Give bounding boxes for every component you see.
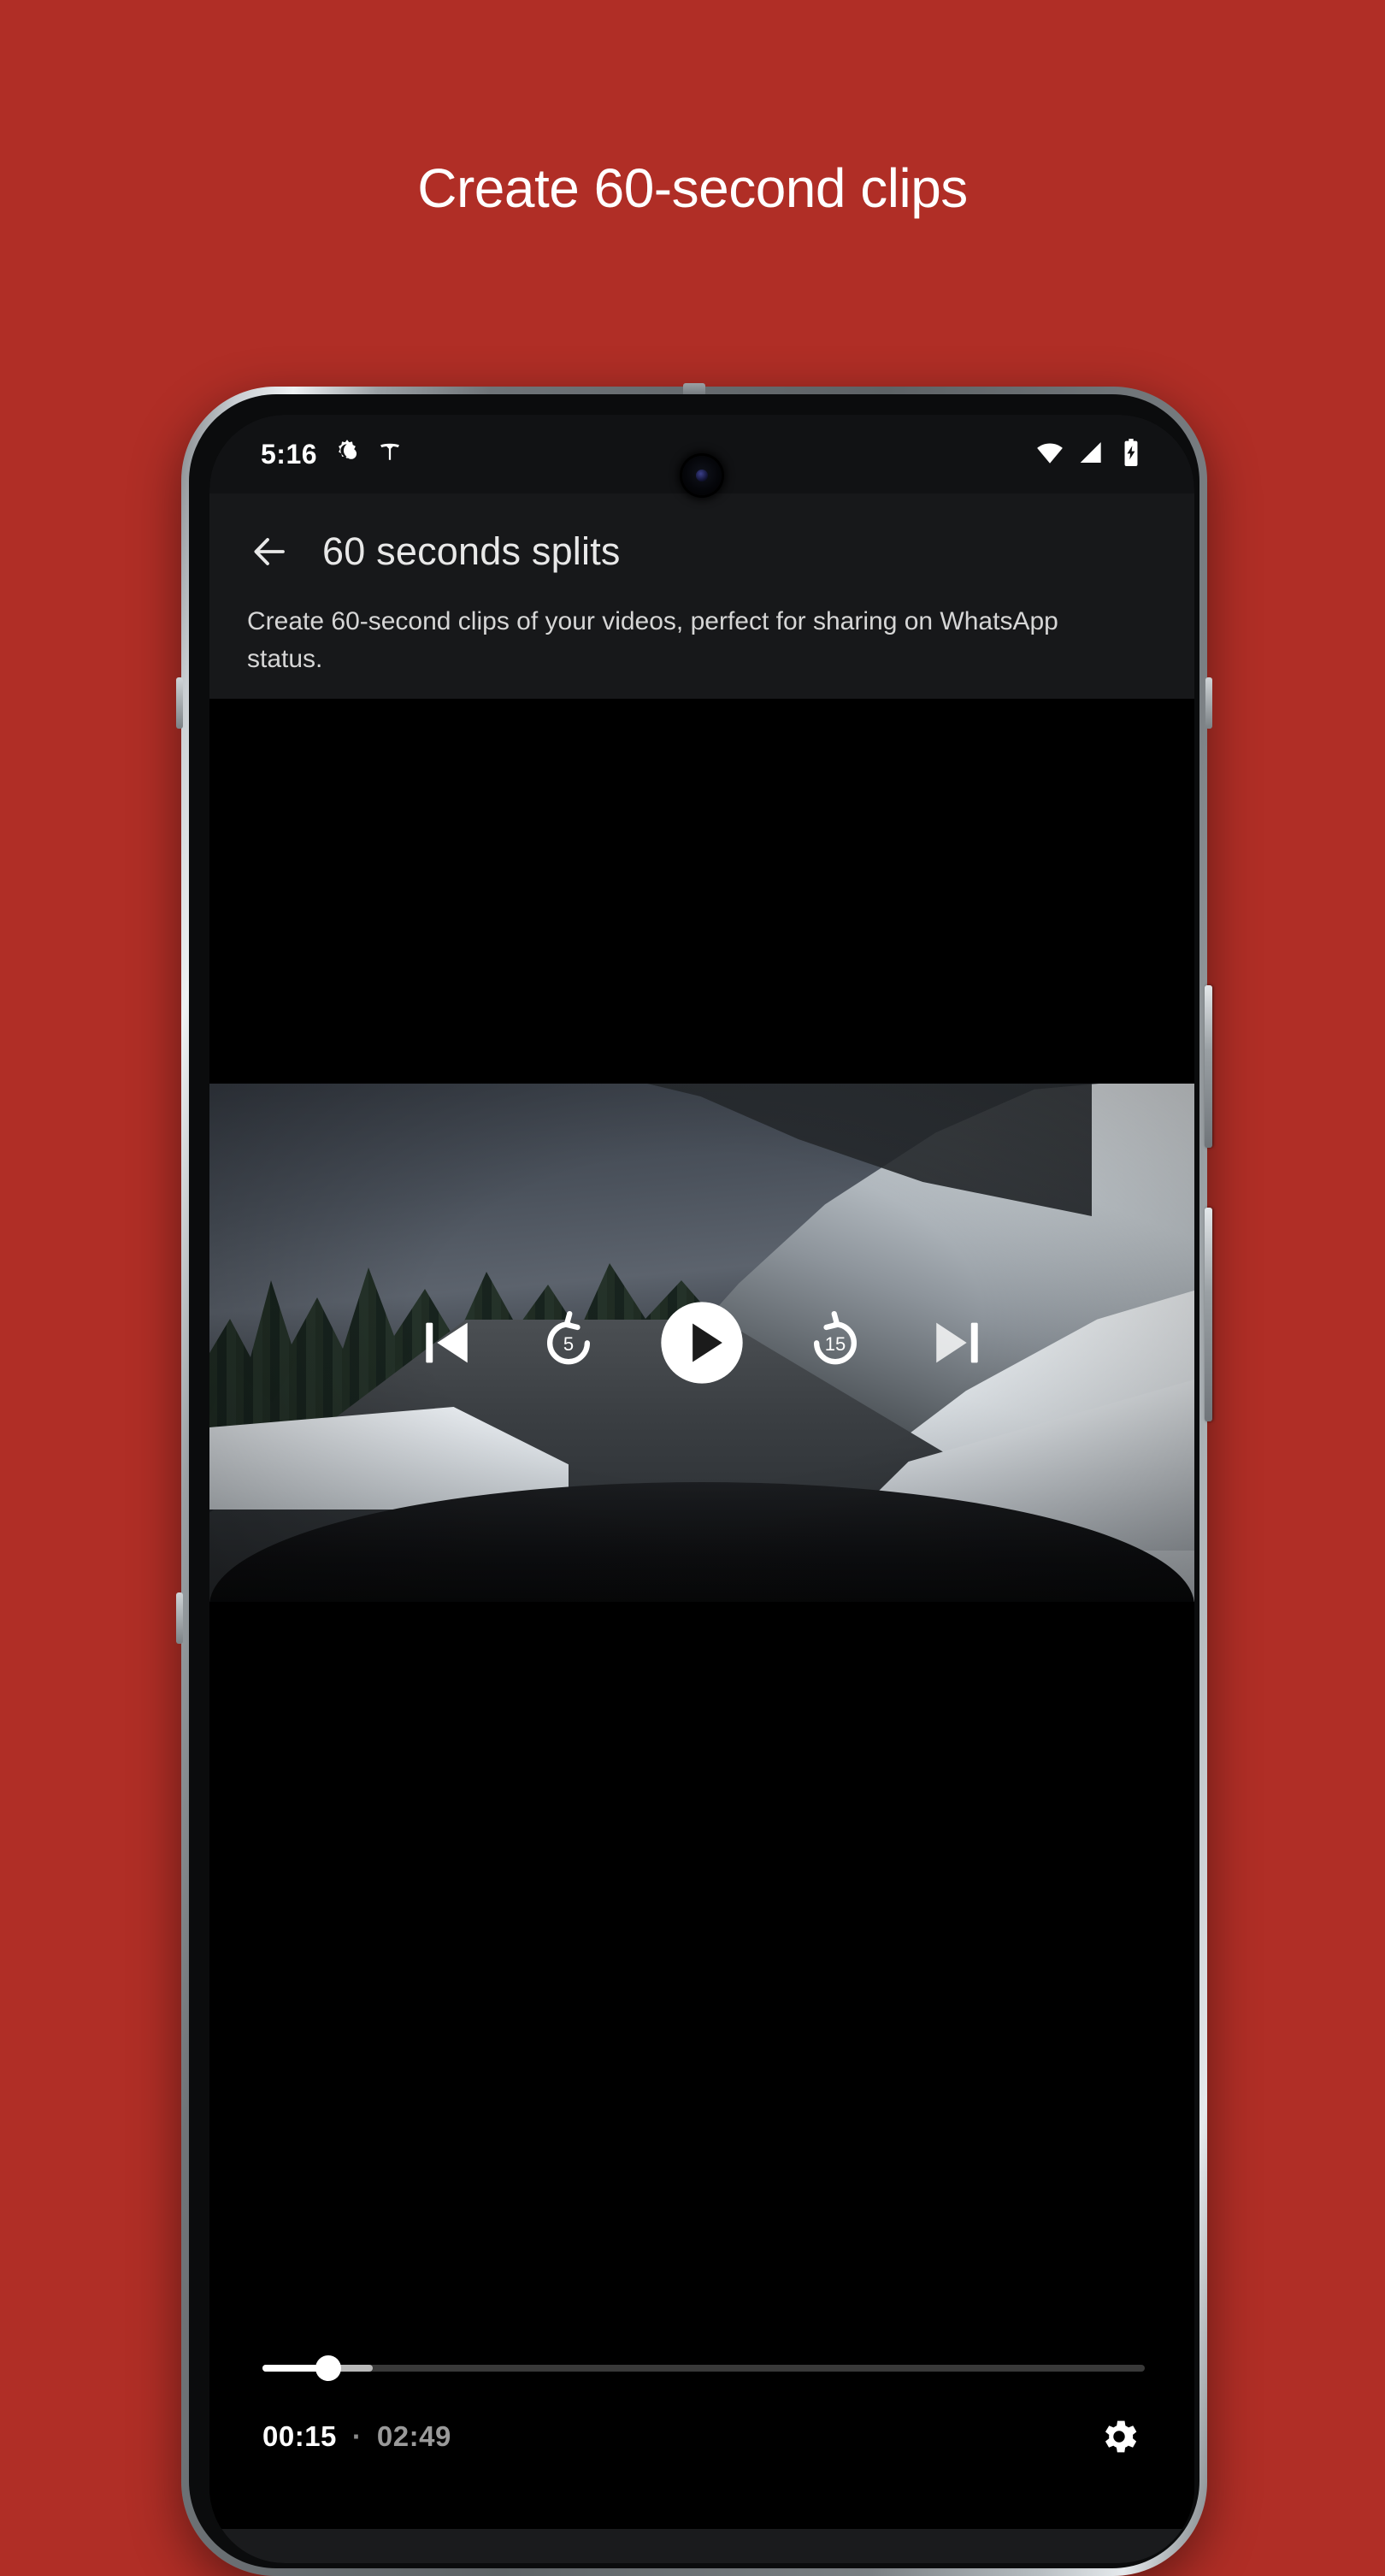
play-button[interactable] — [657, 1298, 746, 1387]
header-row: 60 seconds splits — [247, 529, 1157, 574]
replay-5-button[interactable]: 5 — [536, 1310, 601, 1375]
back-arrow-icon — [254, 538, 285, 565]
page-description: Create 60-second clips of your videos, p… — [247, 607, 1058, 673]
status-bar-clock: 5:16 — [261, 438, 318, 470]
seek-thumb[interactable] — [315, 2355, 342, 2381]
skip-previous-icon — [426, 1322, 468, 1363]
frame-nub-left-bottom — [176, 1592, 183, 1644]
status-bar-left-group: 5:16 — [261, 438, 403, 471]
video-preview[interactable]: 5 15 — [209, 1084, 1194, 1602]
seek-track — [262, 2365, 1145, 2372]
seek-area: 00:15 · 02:49 — [209, 2315, 1194, 2529]
forward-15-button[interactable]: 15 — [803, 1310, 868, 1375]
frame-nub-left-top — [176, 677, 183, 729]
skip-previous-button[interactable] — [415, 1310, 480, 1375]
status-bar-right-group — [1035, 438, 1143, 471]
total-duration-label: 02:49 — [376, 2420, 451, 2452]
skip-next-icon — [936, 1322, 978, 1363]
phone-screen: 5:16 60 seconds splits Create 60-second … — [209, 415, 1194, 2563]
front-camera — [682, 456, 722, 495]
wifi-icon — [1035, 438, 1064, 471]
frame-nub-right-top — [1205, 677, 1212, 729]
phone-device-frame: 5:16 60 seconds splits Create 60-second … — [176, 383, 1212, 2576]
current-time-label: 00:15 — [262, 2420, 337, 2452]
skip-next-button[interactable] — [924, 1310, 989, 1375]
seek-slider[interactable] — [262, 2351, 1145, 2385]
replay-seconds-label: 5 — [563, 1332, 575, 1355]
volume-button[interactable] — [1205, 1208, 1212, 1421]
promo-headline: Create 60-second clips — [417, 157, 968, 219]
time-row: 00:15 · 02:49 — [262, 2411, 1145, 2462]
app-header: 60 seconds splits Create 60-second clips… — [209, 493, 1194, 724]
cellular-signal-icon — [1078, 439, 1105, 470]
battery-charging-icon — [1119, 438, 1143, 470]
time-separator: · — [351, 2420, 362, 2452]
video-stage: 5 15 — [209, 699, 1194, 2315]
phone-frame-inner: 5:16 60 seconds splits Create 60-second … — [189, 394, 1199, 2568]
power-button[interactable] — [1205, 985, 1212, 1148]
tesla-icon — [377, 440, 403, 470]
camera-lens — [696, 470, 708, 482]
back-button[interactable] — [247, 529, 292, 574]
play-icon — [661, 1302, 743, 1384]
video-controls-overlay: 5 15 — [209, 1084, 1194, 1602]
forward-seconds-label: 15 — [824, 1332, 846, 1355]
action-panel: Split Now — [209, 2529, 1194, 2563]
gear-icon — [1105, 2420, 1137, 2453]
settings-cloud-icon — [333, 438, 362, 471]
settings-button[interactable] — [1093, 2411, 1145, 2462]
page-title: 60 seconds splits — [322, 529, 621, 573]
